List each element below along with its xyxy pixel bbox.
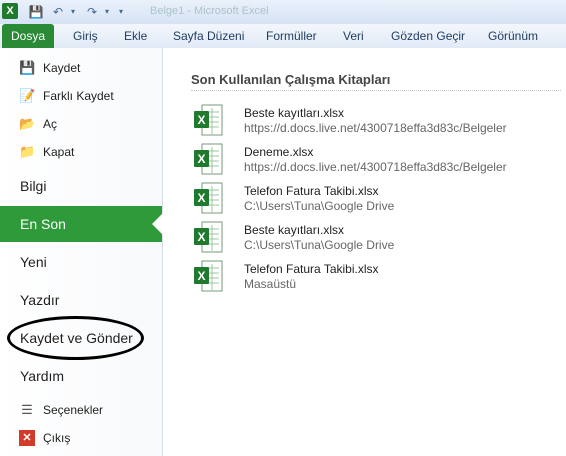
save-icon[interactable]: 💾 [28, 4, 44, 20]
selection-notch [152, 213, 163, 235]
backstage-item-options[interactable]: ☰ Seçenekler [0, 398, 162, 422]
backstage-item-save-as[interactable]: 📝 Farklı Kaydet [0, 84, 162, 108]
tab-view[interactable]: Görünüm [488, 29, 538, 43]
title-bar: X 💾 ↶ ▾ ↷ ▾ ▾ Belge1 - Microsoft Excel [0, 0, 566, 25]
backstage-item-help[interactable]: Yardım [0, 358, 162, 394]
backstage-item-label: Aç [43, 117, 58, 131]
tab-review[interactable]: Gözden Geçir [391, 29, 465, 43]
recent-file-name: Telefon Fatura Takibi.xlsx [244, 262, 379, 276]
recent-file-item[interactable]: X Beste kayıtları.xlsx https://d.docs.li… [191, 102, 561, 140]
backstage-nav: 💾 Kaydet 📝 Farklı Kaydet 📂 Aç 📁 Kapat Bi… [0, 48, 163, 456]
recent-file-name: Beste kayıtları.xlsx [244, 106, 345, 120]
recent-file-item[interactable]: X Beste kayıtları.xlsx C:\Users\Tuna\Goo… [191, 219, 561, 257]
window-title: Belge1 - Microsoft Excel [150, 5, 269, 17]
backstage-item-label: Kapat [43, 145, 75, 159]
svg-text:X: X [197, 152, 205, 166]
recent-workbooks-panel: Son Kullanılan Çalışma Kitapları X Beste… [163, 48, 566, 456]
customize-quick-access-icon[interactable]: ▾ [116, 4, 126, 20]
backstage-item-label: Bilgi [20, 178, 47, 194]
tab-home[interactable]: Giriş [73, 29, 98, 43]
excel-app-icon[interactable]: X [2, 3, 18, 19]
backstage-item-info[interactable]: Bilgi [0, 168, 162, 204]
svg-text:X: X [197, 230, 205, 244]
backstage-item-label: Yardım [20, 368, 65, 384]
recent-file-path: C:\Users\Tuna\Google Drive [244, 238, 395, 252]
undo-dropdown-icon[interactable]: ▾ [68, 4, 78, 20]
redo-dropdown-icon[interactable]: ▾ [102, 4, 112, 20]
tab-file[interactable]: Dosya [2, 24, 54, 48]
backstage-item-label: Çıkış [43, 431, 71, 445]
recent-file-item[interactable]: X Telefon Fatura Takibi.xlsx Masaüstü [191, 258, 561, 296]
save-icon: 💾 [19, 60, 36, 75]
recent-file-path: C:\Users\Tuna\Google Drive [244, 199, 395, 213]
open-folder-icon: 📂 [19, 116, 36, 131]
close-folder-icon: 📁 [19, 144, 36, 159]
recent-file-item[interactable]: X Telefon Fatura Takibi.xlsx C:\Users\Tu… [191, 180, 561, 218]
backstage-item-label: Farklı Kaydet [43, 89, 114, 103]
backstage-item-exit[interactable]: ✕ Çıkış [0, 426, 162, 450]
svg-text:X: X [197, 269, 205, 283]
annotation-oval [7, 316, 144, 360]
exit-icon: ✕ [19, 430, 35, 446]
backstage-item-label: Kaydet [43, 61, 81, 75]
recent-file-name: Deneme.xlsx [244, 145, 314, 159]
backstage-item-label: Yeni [20, 254, 47, 270]
recent-workbooks-heading: Son Kullanılan Çalışma Kitapları [191, 72, 391, 87]
tab-formulas[interactable]: Formüller [266, 29, 317, 43]
tab-insert[interactable]: Ekle [124, 29, 147, 43]
backstage-item-new[interactable]: Yeni [0, 244, 162, 280]
excel-file-icon: X [194, 260, 223, 292]
excel-file-icon: X [194, 143, 223, 175]
excel-file-icon: X [194, 221, 223, 253]
recent-file-name: Telefon Fatura Takibi.xlsx [244, 184, 379, 198]
recent-file-name: Beste kayıtları.xlsx [244, 223, 345, 237]
backstage-item-label: En Son [20, 216, 66, 232]
backstage-item-print[interactable]: Yazdır [0, 282, 162, 318]
tab-data[interactable]: Veri [343, 29, 364, 43]
backstage-item-close[interactable]: 📁 Kapat [0, 140, 162, 164]
options-icon: ☰ [21, 402, 33, 417]
undo-icon[interactable]: ↶ [50, 4, 66, 20]
svg-text:X: X [197, 113, 205, 127]
recent-file-path: Masaüstü [244, 277, 297, 291]
recent-file-path: https://d.docs.live.net/4300718effa3d83c… [244, 160, 507, 174]
redo-icon[interactable]: ↷ [84, 4, 100, 20]
save-as-icon: 📝 [19, 88, 36, 103]
excel-file-icon: X [194, 104, 223, 136]
backstage-item-label: Seçenekler [43, 403, 104, 417]
backstage-item-open[interactable]: 📂 Aç [0, 112, 162, 136]
backstage-item-label: Yazdır [20, 292, 60, 308]
excel-file-icon: X [194, 182, 223, 214]
heading-divider [191, 90, 561, 91]
recent-file-path: https://d.docs.live.net/4300718effa3d83c… [244, 121, 507, 135]
backstage-item-save[interactable]: 💾 Kaydet [0, 56, 162, 80]
recent-file-item[interactable]: X Deneme.xlsx https://d.docs.live.net/43… [191, 141, 561, 179]
backstage-item-recent[interactable]: En Son [0, 206, 163, 242]
svg-text:X: X [197, 191, 205, 205]
tab-page-layout[interactable]: Sayfa Düzeni [173, 29, 244, 43]
ribbon-tabs: Dosya Giriş Ekle Sayfa Düzeni Formüller … [0, 24, 566, 49]
